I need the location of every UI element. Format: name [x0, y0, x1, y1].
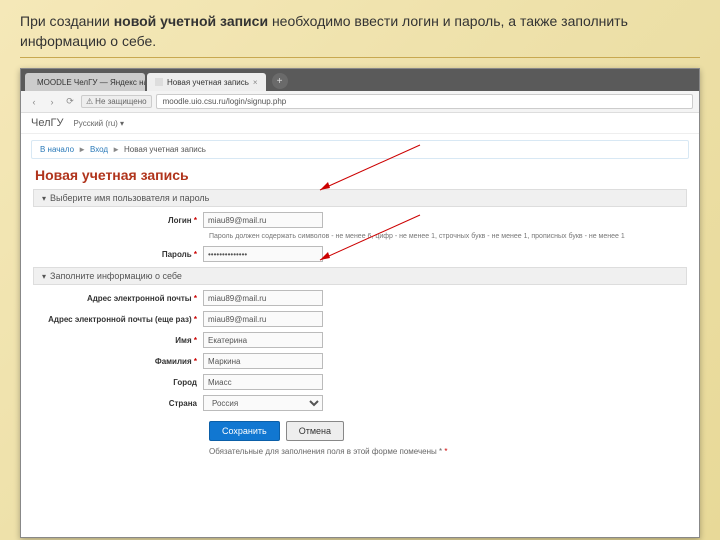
browser-tab-active[interactable]: Новая учетная запись × [147, 73, 266, 91]
country-select[interactable]: Россия [203, 395, 323, 411]
address-bar: ‹ › ⟳ ⚠ Не защищено moodle.uio.csu.ru/lo… [21, 91, 699, 113]
url-input[interactable]: moodle.uio.csu.ru/login/signup.php [156, 94, 693, 109]
tab-bar: MOODLE ЧелГУ — Яндекс наш... Новая учетн… [21, 69, 699, 91]
chevron-right-icon: ► [112, 145, 120, 154]
chevron-down-icon: ▾ [42, 194, 46, 203]
warning-icon: ⚠ [86, 97, 93, 106]
lastname-label: Фамилия * [43, 357, 203, 366]
button-row: Сохранить Отмена [209, 421, 687, 441]
firstname-label: Имя * [43, 336, 203, 345]
reload-button[interactable]: ⟳ [63, 95, 77, 109]
email-input[interactable] [203, 290, 323, 306]
country-label: Страна [43, 399, 203, 408]
browser-tab[interactable]: MOODLE ЧелГУ — Яндекс наш... [25, 73, 145, 91]
close-icon[interactable]: × [253, 78, 258, 87]
legend-about[interactable]: ▾ Заполните информацию о себе [33, 267, 687, 285]
page-title: Новая учетная запись [35, 167, 685, 183]
back-button[interactable]: ‹ [27, 95, 41, 109]
password-hint: Пароль должен содержать символов - не ме… [209, 233, 687, 240]
slide-caption: При создании новой учетной записи необхо… [20, 12, 700, 58]
site-header: ЧелГУ Русский (ru) ▾ [21, 113, 699, 134]
breadcrumb-login[interactable]: Вход [90, 145, 108, 154]
email2-label: Адрес электронной почты (еще раз) * [43, 315, 203, 324]
page-icon [155, 78, 163, 86]
new-tab-button[interactable]: + [272, 73, 288, 89]
breadcrumb-current: Новая учетная запись [124, 145, 206, 154]
city-label: Город [43, 378, 203, 387]
firstname-input[interactable] [203, 332, 323, 348]
language-selector[interactable]: Русский (ru) ▾ [73, 119, 124, 128]
email-label: Адрес электронной почты * [43, 294, 203, 303]
password-label: Пароль * [43, 250, 203, 259]
fieldset-about: ▾ Заполните информацию о себе Адрес элек… [33, 267, 687, 456]
browser-window: MOODLE ЧелГУ — Яндекс наш... Новая учетн… [20, 68, 700, 538]
login-label: Логин * [43, 216, 203, 225]
email2-input[interactable] [203, 311, 323, 327]
breadcrumb-home[interactable]: В начало [40, 145, 74, 154]
password-input[interactable] [203, 246, 323, 262]
fieldset-credentials: ▾ Выберите имя пользователя и пароль Лог… [33, 189, 687, 262]
cancel-button[interactable]: Отмена [286, 421, 344, 441]
site-title: ЧелГУ [31, 117, 63, 129]
login-input[interactable] [203, 212, 323, 228]
forward-button[interactable]: › [45, 95, 59, 109]
city-input[interactable] [203, 374, 323, 390]
breadcrumb: В начало ► Вход ► Новая учетная запись [31, 140, 689, 159]
legend-credentials[interactable]: ▾ Выберите имя пользователя и пароль [33, 189, 687, 207]
required-note: Обязательные для заполнения поля в этой … [209, 447, 687, 456]
security-badge[interactable]: ⚠ Не защищено [81, 95, 152, 108]
chevron-down-icon: ▾ [42, 272, 46, 281]
save-button[interactable]: Сохранить [209, 421, 280, 441]
lastname-input[interactable] [203, 353, 323, 369]
chevron-right-icon: ► [78, 145, 86, 154]
